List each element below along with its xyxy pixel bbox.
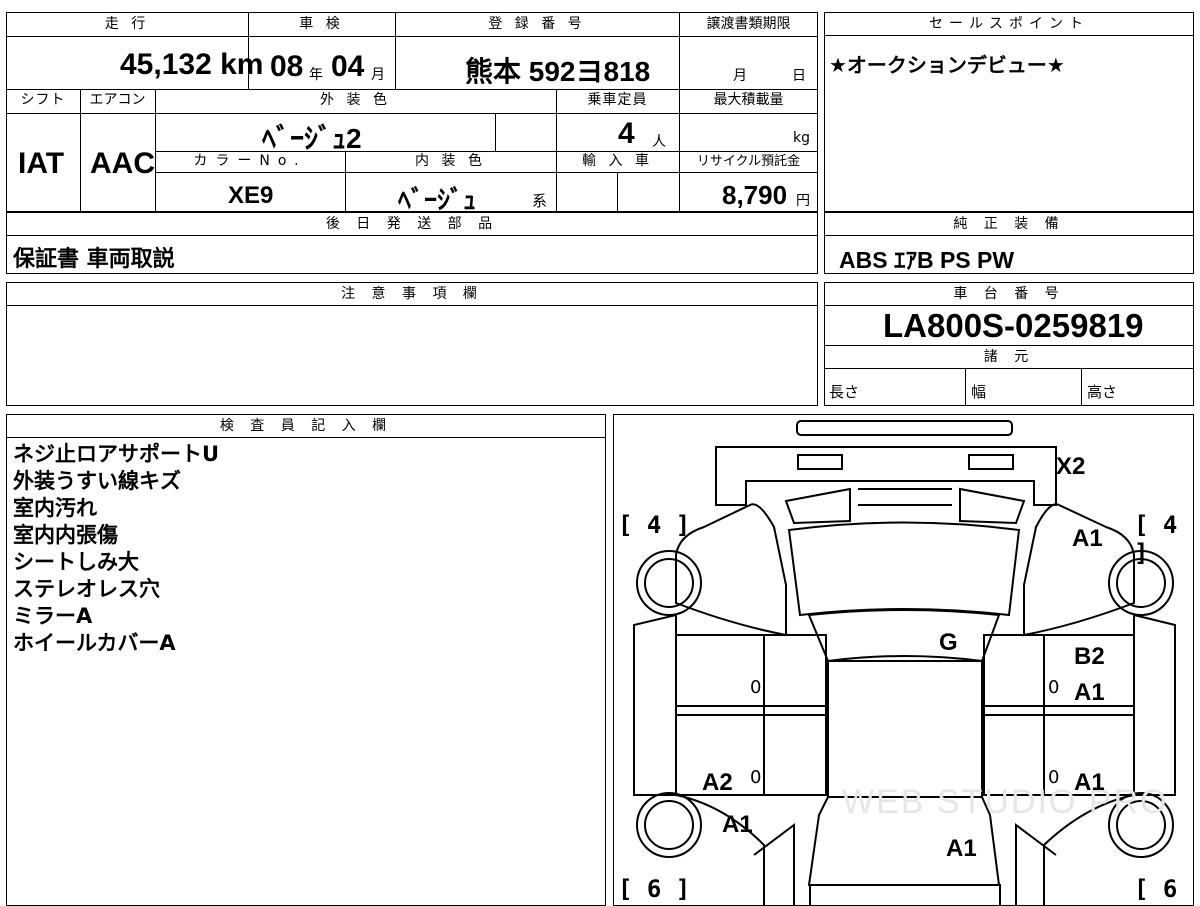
zero-mark: 0: [750, 767, 762, 788]
chassis-number: LA800S-0259819: [883, 307, 1144, 344]
later-parts-box: 後 日 発 送 部 品 保証書 車両取説: [6, 212, 818, 274]
aircon-value: AAC: [90, 147, 155, 180]
later-parts-header: 後 日 発 送 部 品: [7, 213, 817, 236]
genuine-equipment-value: ABS ｴｱB PS PW: [839, 247, 1015, 273]
chassis-header: 車 台 番 号: [825, 283, 1193, 306]
mileage-header: 走 行: [104, 16, 150, 32]
inspector-line: 室内内張傷: [13, 523, 118, 547]
zero-mark: 0: [1048, 677, 1060, 698]
sales-point-value: ★オークションデビュー★: [829, 53, 1065, 77]
damage-diagram-box: WEB STUDIO PRO [ 4 ] [ 4 ] [ 6 ] [ 6 ] X…: [613, 414, 1194, 906]
notes-header: 注 意 事 項 欄: [7, 283, 817, 306]
chassis-box: 車 台 番 号 LA800S-0259819 諸 元 長さ 幅 高さ: [824, 282, 1194, 406]
inspector-line: ミラーA: [13, 604, 93, 628]
inspection-header: 車 検: [299, 16, 344, 32]
tire-tread-front-left: [ 4 ]: [618, 511, 691, 539]
tire-tread-rear-right: [ 6 ]: [1134, 875, 1178, 905]
genuine-equipment-box: 純 正 装 備 ABS ｴｱB PS PW: [824, 212, 1194, 274]
transfer-month-unit: 月: [733, 68, 747, 84]
exterior-color-value: ﾍﾞｰｼﾞｭ2: [262, 123, 362, 154]
damage-mark: A1: [722, 811, 753, 838]
inspector-line: ネジ止ロアサポートU: [13, 442, 220, 466]
transfer-day-unit: 日: [792, 68, 806, 84]
capacity-value: 4: [618, 117, 635, 150]
shift-value: IAT: [18, 147, 65, 180]
inspector-notes-box: 検 査 員 記 入 欄 ネジ止ロアサポートU 外装うすい線キズ 室内汚れ 室内内…: [6, 414, 606, 906]
interior-color-suffix: 系: [532, 192, 548, 210]
tire-tread-rear-left: [ 6 ]: [618, 875, 691, 903]
damage-mark: A2: [702, 769, 733, 796]
color-number-value: XE9: [228, 182, 274, 209]
height-label: 高さ: [1087, 383, 1118, 401]
tire-tread-front-right: [ 4 ]: [1134, 511, 1178, 567]
shift-header: シフト: [20, 92, 66, 108]
max-load-header: 最大積載量: [713, 92, 784, 108]
damage-mark: G: [939, 629, 958, 656]
inspection-year: 08: [270, 50, 304, 83]
car-outline-diagram: [633, 420, 1176, 905]
inspector-line: ステレオレス穴: [13, 577, 160, 601]
inspection-month-unit: 月: [371, 67, 385, 83]
sales-point-header: セールスポイント: [825, 13, 1193, 36]
capacity-header: 乗車定員: [587, 92, 648, 108]
watermark: WEB STUDIO PRO: [842, 783, 1169, 821]
inspector-line: 外装うすい線キズ: [13, 469, 181, 493]
damage-mark: B2: [1074, 643, 1105, 670]
transfer-deadline-header: 譲渡書類期限: [706, 16, 791, 32]
inspector-line: ホイールカバーA: [13, 631, 176, 655]
zero-mark: 0: [1048, 767, 1060, 788]
inspection-year-unit: 年: [309, 67, 323, 83]
notes-box: 注 意 事 項 欄: [6, 282, 818, 406]
registration-value: 熊本 592ヨ818: [465, 56, 651, 87]
sales-point-box: セールスポイント ★オークションデビュー★: [824, 12, 1194, 212]
length-label: 長さ: [829, 383, 860, 401]
aircon-header: エアコン: [89, 92, 146, 108]
inspector-lines: ネジ止ロアサポートU 外装うすい線キズ 室内汚れ 室内内張傷 シートしみ大 ステ…: [13, 441, 219, 657]
damage-mark: A1: [1072, 525, 1103, 552]
interior-color-header: 内 装 色: [415, 153, 486, 169]
zero-mark: 0: [750, 677, 762, 698]
genuine-equipment-header: 純 正 装 備: [825, 213, 1193, 236]
recycle-value: 8,790: [722, 180, 788, 210]
inspector-line: 室内汚れ: [13, 496, 97, 520]
registration-header: 登 録 番 号: [488, 16, 586, 32]
width-label: 幅: [971, 383, 987, 401]
exterior-color-header: 外 装 色: [320, 92, 391, 108]
max-load-unit: kg: [793, 130, 810, 146]
damage-mark: A1: [1074, 769, 1105, 796]
spec-header: 諸 元: [825, 345, 1193, 369]
damage-mark: A1: [1074, 679, 1105, 706]
import-header: 輸 入 車: [582, 153, 653, 169]
recycle-unit: 円: [796, 193, 810, 209]
capacity-unit: 人: [652, 134, 666, 150]
damage-mark: A1: [946, 835, 977, 862]
damage-mark: X2: [1056, 453, 1086, 480]
recycle-header: リサイクル預託金: [696, 154, 801, 169]
later-parts-value: 保証書 車両取説: [13, 247, 175, 272]
inspection-month: 04: [331, 50, 365, 83]
inspector-line: シートしみ大: [13, 550, 139, 574]
inspector-header: 検 査 員 記 入 欄: [7, 415, 605, 438]
mileage-value: 45,132 km: [120, 48, 264, 81]
